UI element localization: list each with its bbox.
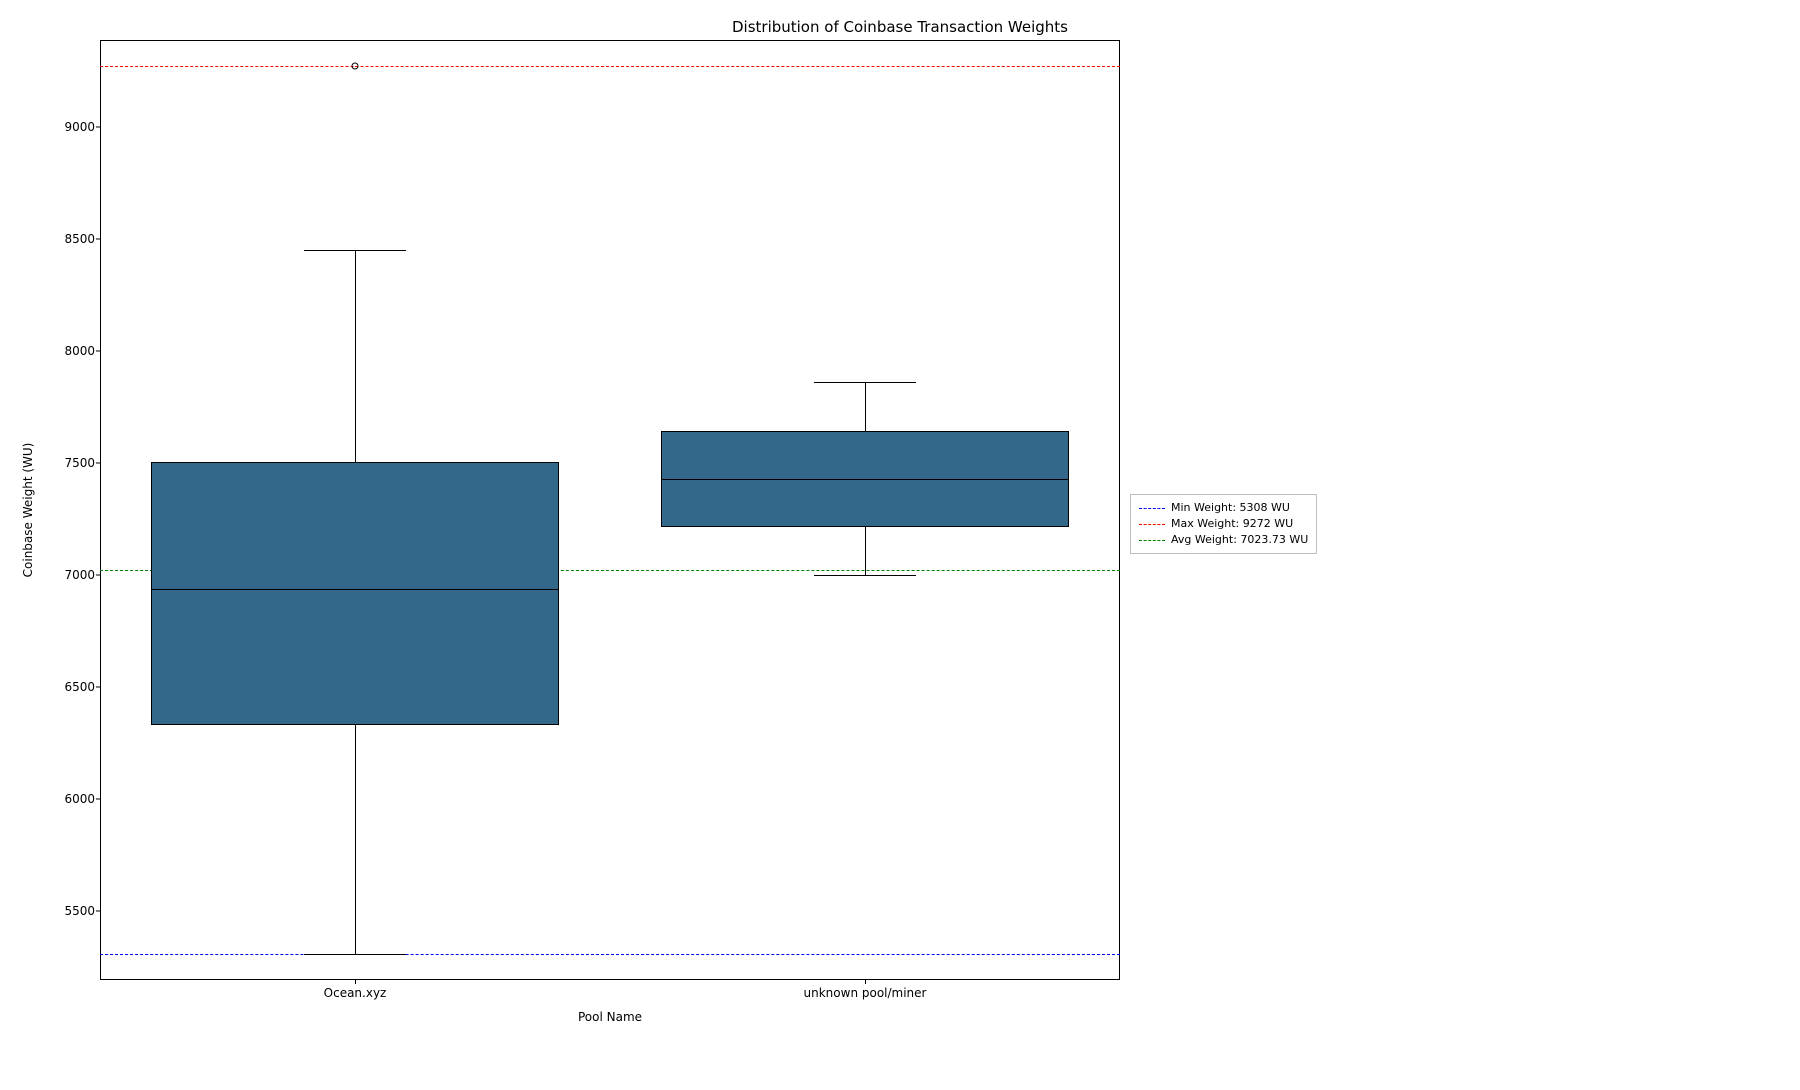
legend-item-avg: Avg Weight: 7023.73 WU bbox=[1139, 532, 1308, 548]
y-tick-label: 7000 bbox=[55, 568, 95, 582]
median-line bbox=[661, 479, 1069, 480]
x-tick-mark bbox=[865, 980, 866, 984]
x-tick-mark bbox=[355, 980, 356, 984]
legend-item-min: Min Weight: 5308 WU bbox=[1139, 500, 1308, 516]
whisker-cap-upper bbox=[814, 382, 916, 383]
whisker-cap-lower bbox=[304, 954, 406, 955]
x-tick-label: unknown pool/miner bbox=[804, 986, 927, 1000]
legend-label: Max Weight: 9272 WU bbox=[1171, 516, 1293, 532]
y-tick-mark bbox=[96, 239, 100, 240]
legend-swatch-min bbox=[1139, 508, 1165, 509]
y-tick-label: 8000 bbox=[55, 344, 95, 358]
whisker-upper bbox=[355, 250, 356, 462]
whisker-cap-upper bbox=[304, 250, 406, 251]
whisker-lower bbox=[355, 725, 356, 954]
y-tick-mark bbox=[96, 351, 100, 352]
y-tick-mark bbox=[96, 463, 100, 464]
outlier-point bbox=[352, 63, 359, 70]
y-tick-mark bbox=[96, 574, 100, 575]
x-axis-label: Pool Name bbox=[578, 1010, 642, 1024]
median-line bbox=[151, 589, 559, 590]
reference-line bbox=[100, 66, 1120, 67]
legend-label: Min Weight: 5308 WU bbox=[1171, 500, 1290, 516]
legend: Min Weight: 5308 WU Max Weight: 9272 WU … bbox=[1130, 494, 1317, 554]
legend-swatch-max bbox=[1139, 524, 1165, 525]
legend-item-max: Max Weight: 9272 WU bbox=[1139, 516, 1308, 532]
legend-label: Avg Weight: 7023.73 WU bbox=[1171, 532, 1308, 548]
whisker-cap-lower bbox=[814, 575, 916, 576]
box bbox=[151, 462, 559, 725]
boxplot-chart: Distribution of Coinbase Transaction Wei… bbox=[0, 0, 1800, 1090]
y-tick-mark bbox=[96, 798, 100, 799]
x-tick-label: Ocean.xyz bbox=[324, 986, 387, 1000]
y-tick-label: 9000 bbox=[55, 120, 95, 134]
y-tick-mark bbox=[96, 686, 100, 687]
chart-title: Distribution of Coinbase Transaction Wei… bbox=[0, 18, 1800, 36]
y-tick-label: 6500 bbox=[55, 680, 95, 694]
whisker-lower bbox=[865, 527, 866, 575]
legend-swatch-avg bbox=[1139, 540, 1165, 541]
y-tick-label: 8500 bbox=[55, 232, 95, 246]
y-axis-label: Coinbase Weight (WU) bbox=[21, 443, 35, 578]
y-tick-mark bbox=[96, 910, 100, 911]
y-tick-label: 5500 bbox=[55, 904, 95, 918]
whisker-upper bbox=[865, 382, 866, 430]
reference-line bbox=[100, 954, 1120, 955]
y-tick-label: 7500 bbox=[55, 456, 95, 470]
y-tick-label: 6000 bbox=[55, 792, 95, 806]
y-tick-mark bbox=[96, 127, 100, 128]
